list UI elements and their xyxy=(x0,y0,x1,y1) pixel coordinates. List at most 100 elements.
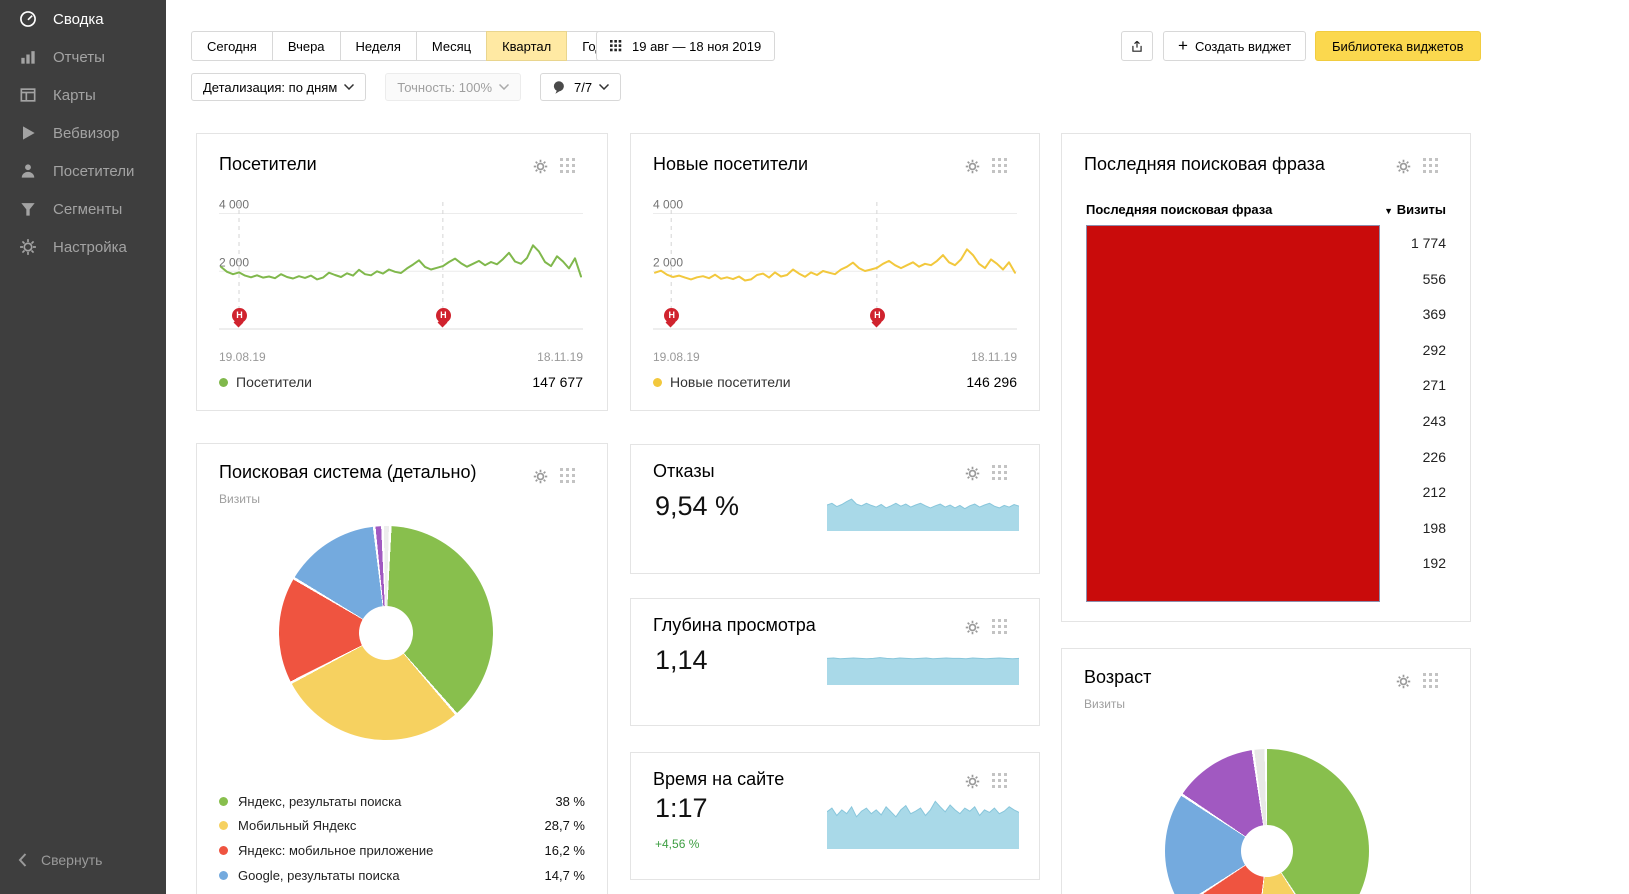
widget-drag-handle-icon[interactable] xyxy=(1423,158,1438,173)
table-row-value: 1 774 xyxy=(1410,235,1446,251)
widget-last-search-phrase: Последняя поисковая фраза Последняя поис… xyxy=(1061,133,1471,622)
widget-title: Поисковая система (детально) xyxy=(219,462,477,482)
period-quarter[interactable]: Квартал xyxy=(486,31,568,61)
widget-drag-handle-icon[interactable] xyxy=(992,773,1007,788)
column-header-visits[interactable]: ▼ Визиты xyxy=(1384,202,1446,217)
widget-settings-gear-icon[interactable] xyxy=(1395,673,1412,690)
widget-drag-handle-icon[interactable] xyxy=(1423,673,1438,688)
legend-label: Мобильный Яндекс xyxy=(238,818,357,834)
widget-settings-gear-icon[interactable] xyxy=(964,158,981,175)
age-donut-chart[interactable] xyxy=(1165,749,1369,894)
main-content: Сегодня Вчера Неделя Месяц Квартал Год 1… xyxy=(166,0,1629,894)
sidebar-item-maps[interactable]: Карты xyxy=(0,76,166,114)
kpi-value: 9,54 % xyxy=(655,491,740,521)
widget-library-label: Библиотека виджетов xyxy=(1332,38,1464,54)
widget-settings-gear-icon[interactable] xyxy=(532,158,549,175)
sort-desc-icon: ▼ xyxy=(1384,206,1394,216)
layout-icon xyxy=(20,88,36,102)
accuracy-dropdown[interactable]: Точность: 100% xyxy=(385,73,522,101)
date-start: 19.08.19 xyxy=(653,350,700,364)
comments-label: 7/7 xyxy=(574,79,593,95)
svg-text:4 000: 4 000 xyxy=(219,198,249,212)
legend-item: Яндекс: мобильное приложение 16,2 % xyxy=(219,838,585,863)
widget-visitors: Посетители 2 000 4 000 Н Н 19.08.19 18.11.1… xyxy=(196,133,608,411)
legend-value: 38 % xyxy=(555,793,585,809)
depth-sparkline xyxy=(826,647,1020,685)
sidebar-item-label: Карты xyxy=(53,86,96,104)
widget-settings-gear-icon[interactable] xyxy=(1395,158,1412,175)
table-row-value: 369 xyxy=(1422,306,1446,323)
period-today[interactable]: Сегодня xyxy=(191,31,273,61)
bounces-sparkline xyxy=(826,489,1020,531)
legend-item: Мобильный Яндекс 28,7 % xyxy=(219,814,585,839)
chevron-down-icon xyxy=(599,84,610,90)
widget-drag-handle-icon[interactable] xyxy=(560,158,575,173)
widget-library-button[interactable]: Библиотека виджетов xyxy=(1315,31,1481,61)
collapse-label: Свернуть xyxy=(41,852,103,868)
chart-legend: Новые посетители 146 296 xyxy=(653,374,1017,390)
widget-drag-handle-icon[interactable] xyxy=(992,465,1007,480)
widget-drag-handle-icon[interactable] xyxy=(560,468,575,483)
legend-dot xyxy=(653,377,662,387)
widget-drag-handle-icon[interactable] xyxy=(992,619,1007,634)
new-visitors-line-chart[interactable]: 2 000 4 000 Н Н xyxy=(653,196,1017,346)
sidebar-item-settings[interactable]: Настройка xyxy=(0,228,166,266)
period-week[interactable]: Неделя xyxy=(339,31,417,61)
accuracy-label: Точность: 100% xyxy=(397,79,493,95)
create-widget-button[interactable]: + Создать виджет xyxy=(1163,31,1307,61)
widget-title: Посетители xyxy=(219,154,317,174)
widget-settings-gear-icon[interactable] xyxy=(532,468,549,485)
period-month[interactable]: Месяц xyxy=(415,31,488,61)
legend-label: Яндекс: мобильное приложение xyxy=(238,842,434,858)
detalization-dropdown[interactable]: Детализация: по дням xyxy=(191,73,367,101)
widget-drag-handle-icon[interactable] xyxy=(992,158,1007,173)
sidebar-item-summary[interactable]: Сводка xyxy=(0,0,166,38)
widget-subtitle: Визиты xyxy=(219,492,261,506)
legend-label: Google, результаты поиска xyxy=(238,867,400,883)
sidebar-item-label: Вебвизор xyxy=(53,124,120,142)
chart-legend: Посетители 147 677 xyxy=(219,374,583,390)
annotation-marker[interactable]: Н xyxy=(232,308,248,323)
time-on-site-sparkline xyxy=(826,787,1020,849)
table-row-value: 192 xyxy=(1422,555,1446,572)
sidebar-item-label: Сводка xyxy=(53,10,104,28)
sidebar-item-visitors[interactable]: Посетители xyxy=(0,152,166,190)
widget-settings-gear-icon[interactable] xyxy=(964,465,981,482)
widget-title: Возраст xyxy=(1084,667,1152,687)
speech-bubble-icon xyxy=(553,80,564,94)
sidebar-item-webvisor[interactable]: Вебвизор xyxy=(0,114,166,152)
legend-dot xyxy=(219,821,228,831)
date-range-button[interactable]: 19 авг — 18 ноя 2019 xyxy=(596,31,776,61)
bar-chart-icon xyxy=(21,51,35,64)
legend-total: 146 296 xyxy=(966,374,1017,390)
speedometer-icon xyxy=(20,11,36,27)
kpi-delta: +4,56 % xyxy=(655,837,700,851)
table-row-value: 271 xyxy=(1422,377,1446,394)
table-header: Последняя поисковая фраза ▼ Визиты xyxy=(1086,202,1446,217)
chart-options-row: Детализация: по дням Точность: 100% 7/7 xyxy=(191,73,622,101)
sidebar-item-reports[interactable]: Отчеты xyxy=(0,38,166,76)
legend-value: 28,7 % xyxy=(544,818,585,834)
widget-age: Возраст Визиты xyxy=(1061,648,1471,894)
period-selector: Сегодня Вчера Неделя Месяц Квартал Год xyxy=(191,31,619,61)
visitors-line-chart[interactable]: 2 000 4 000 Н Н xyxy=(219,196,583,346)
table-row-value: 198 xyxy=(1422,519,1446,536)
chevron-down-icon xyxy=(344,84,355,90)
date-range-label: 19 авг — 18 ноя 2019 xyxy=(632,38,762,54)
date-end: 18.11.19 xyxy=(537,350,583,364)
comments-dropdown[interactable]: 7/7 xyxy=(540,73,622,101)
widget-new-visitors: Новые посетители 2 000 4 000 Н Н 19.08.19 1… xyxy=(630,133,1040,411)
legend-value: 16,2 % xyxy=(544,842,585,858)
export-button[interactable] xyxy=(1121,31,1153,61)
donut-hole xyxy=(359,606,413,660)
period-yesterday[interactable]: Вчера xyxy=(271,31,341,61)
sidebar-collapse-button[interactable]: Свернуть xyxy=(18,852,102,868)
x-axis-dates: 19.08.19 18.11.19 xyxy=(219,350,583,364)
export-icon xyxy=(1132,40,1142,52)
annotation-marker[interactable]: Н xyxy=(435,308,451,323)
sidebar-item-label: Отчеты xyxy=(53,48,105,66)
widget-settings-gear-icon[interactable] xyxy=(964,619,981,636)
search-engine-donut-chart[interactable] xyxy=(279,526,493,740)
sidebar-item-segments[interactable]: Сегменты xyxy=(0,190,166,228)
annotation-marker[interactable]: Н xyxy=(869,308,885,323)
